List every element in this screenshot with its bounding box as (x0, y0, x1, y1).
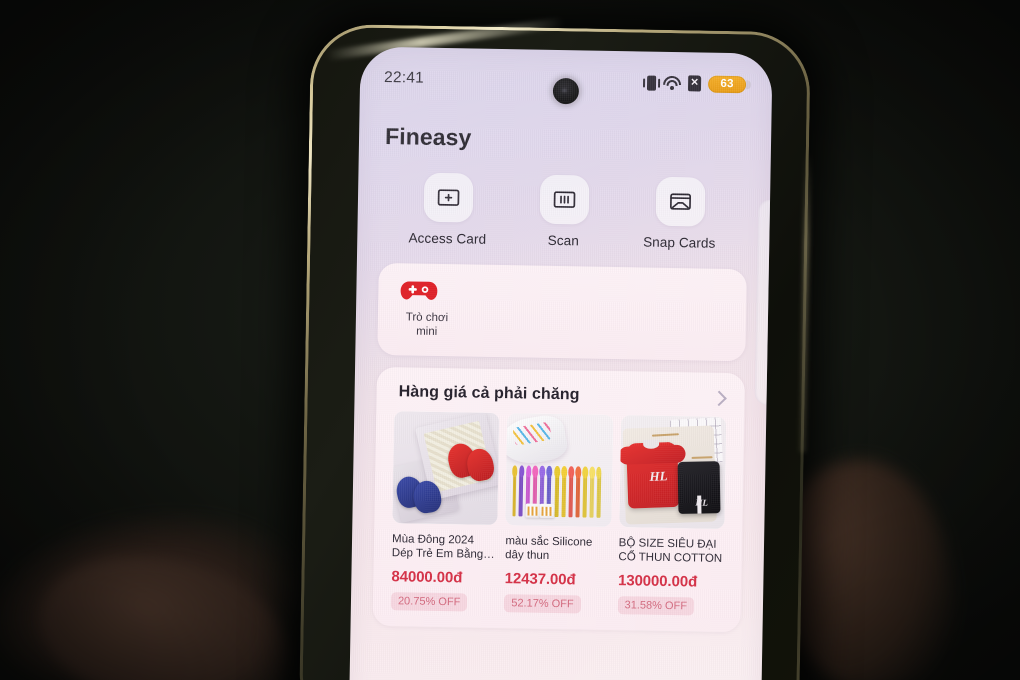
products-card: Hàng giá cả phải chăng Mùa Đông 2024 Dép… (372, 366, 746, 633)
product-name: màu sắc Silicone dây thun (505, 535, 593, 563)
front-camera-punch-hole (552, 77, 580, 105)
barcode-scan-icon (539, 174, 589, 225)
vibrate-icon (646, 75, 657, 91)
product-discount-badge: 52.17% OFF (504, 594, 581, 614)
products-header[interactable]: Hàng giá cả phải chăng (390, 383, 730, 407)
status-icons: ✕ 63 (646, 74, 747, 93)
products-grid: Mùa Đông 2024 Dép Trẻ Em Bằng Cotton 840… (387, 411, 730, 616)
quick-action-scan[interactable]: Scan (508, 174, 619, 249)
quick-action-snap-cards[interactable]: Snap Cards (624, 176, 735, 251)
battery-badge: 63 (707, 75, 747, 93)
gamepad-icon (400, 277, 438, 304)
app-content: Fineasy Access Card Scan Snap Cards Trò … (349, 101, 773, 680)
mini-game-label: Trò chơi mini (398, 310, 456, 340)
quick-action-label: Snap Cards (643, 234, 716, 251)
spiderman-kids-slippers-in-gift-box-image (392, 411, 500, 526)
product-discount-badge: 31.58% OFF (617, 596, 695, 616)
card-plus-icon (423, 172, 473, 223)
product-price: 130000.00đ (617, 572, 698, 591)
chevron-right-icon[interactable] (711, 390, 727, 406)
product-price: 84000.00đ (391, 568, 463, 587)
page-title: Fineasy (384, 123, 472, 151)
sim-off-icon: ✕ (687, 75, 702, 92)
wifi-icon (663, 75, 682, 91)
mini-game-card[interactable]: Trò chơi mini (377, 262, 747, 362)
quick-actions-row: Access Card Scan Snap Cards (375, 172, 752, 252)
red-tshirt-and-black-shorts-set-image: HL HL (618, 415, 727, 529)
mini-game-label-line1: Trò chơi (405, 311, 449, 325)
mini-game-label-line2: mini (416, 325, 438, 339)
quick-action-access-card[interactable]: Access Card (392, 172, 503, 247)
quick-action-label: Access Card (408, 230, 487, 247)
product-discount-badge: 20.75% OFF (390, 592, 468, 612)
product-item[interactable]: Mùa Đông 2024 Dép Trẻ Em Bằng Cotton 840… (390, 411, 500, 612)
product-item[interactable]: màu sắc Silicone dây thun 12437.00đ 52.1… (504, 413, 613, 614)
envelope-cards-icon (655, 176, 705, 227)
product-price: 12437.00đ (504, 570, 576, 589)
product-name: BỘ SIZE SIÊU ĐẠI CỔ THUN COTTON (618, 537, 723, 566)
product-item[interactable]: HL HL BỘ SIZE SIÊU ĐẠI CỔ THUN COTTON 13… (617, 415, 727, 616)
smartphone: 22:41 ✕ 63 Fineasy Access Card Scan Snap… (299, 17, 811, 680)
product-name: Mùa Đông 2024 Dép Trẻ Em Bằng Cotton (391, 533, 484, 563)
colorful-silicone-elastic-shoelaces-with-sneaker-image (505, 413, 613, 528)
quick-action-label: Scan (547, 232, 580, 249)
phone-screen: 22:41 ✕ 63 Fineasy Access Card Scan Snap… (348, 46, 773, 680)
status-clock: 22:41 (383, 68, 425, 87)
products-title: Hàng giá cả phải chăng (398, 383, 580, 404)
